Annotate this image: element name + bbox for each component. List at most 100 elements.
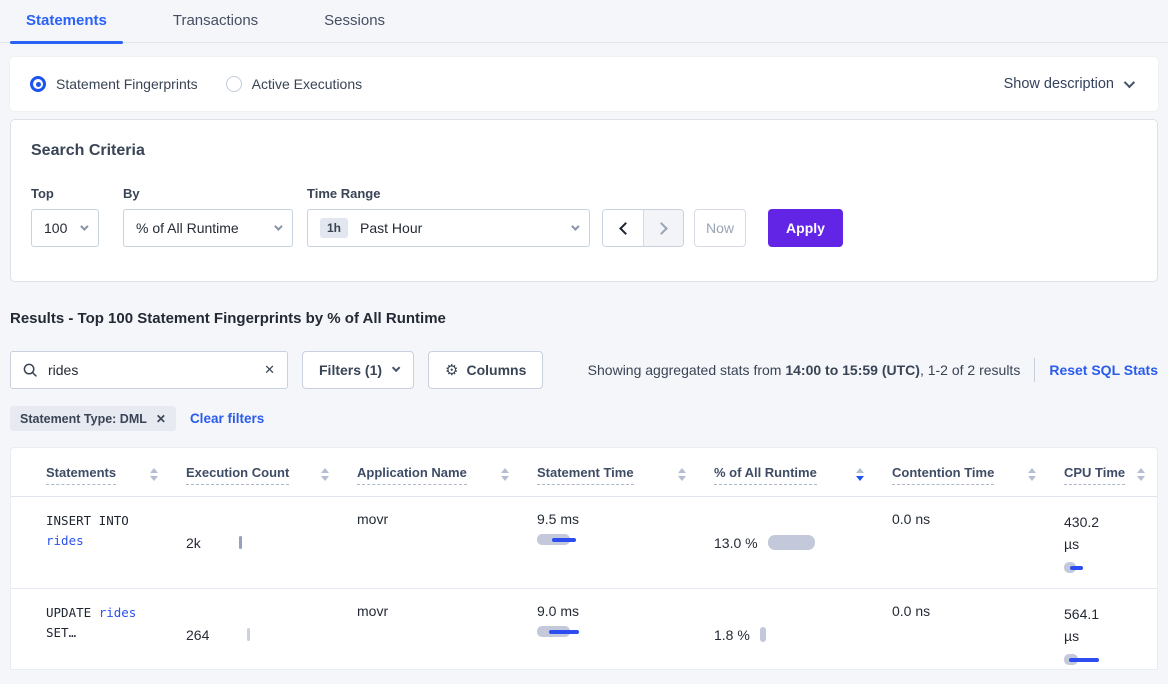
table-row[interactable]: UPDATE rides SET… 264 movr 9.0 ms 1.8 % …: [11, 589, 1157, 670]
by-label: By: [123, 186, 307, 201]
execution-count-bar: [239, 536, 242, 549]
top-select[interactable]: 100: [31, 209, 99, 247]
pct-runtime-cell: 13.0 %: [714, 497, 892, 588]
time-nav-group: [602, 209, 684, 247]
reset-sql-stats-link[interactable]: Reset SQL Stats: [1049, 362, 1158, 378]
filters-button-label: Filters (1): [319, 362, 382, 378]
by-select[interactable]: % of All Runtime: [123, 209, 293, 247]
search-criteria-card: Search Criteria Top 100 By % of All Runt…: [10, 119, 1158, 282]
tab-statements[interactable]: Statements: [10, 0, 123, 42]
tab-bar: Statements Transactions Sessions: [0, 0, 1168, 43]
chevron-left-icon: [619, 222, 632, 235]
col-header-pct-runtime[interactable]: % of All Runtime: [714, 448, 892, 496]
filters-button[interactable]: Filters (1): [302, 351, 414, 389]
radio-active-executions-label: Active Executions: [252, 76, 363, 92]
sort-icon[interactable]: [1137, 465, 1145, 481]
columns-button[interactable]: ⚙ Columns: [428, 351, 543, 389]
clear-filters-link[interactable]: Clear filters: [190, 411, 264, 426]
chevron-down-icon: [571, 222, 579, 230]
statement-link[interactable]: rides: [99, 605, 137, 620]
next-time-button[interactable]: [643, 210, 683, 246]
tab-sessions[interactable]: Sessions: [308, 0, 401, 42]
filter-chip-label: Statement Type: DML: [20, 412, 147, 426]
statements-table-card: Statements Execution Count Application N…: [10, 447, 1158, 670]
statement-time-cell: 9.5 ms: [537, 497, 714, 588]
time-range-badge: 1h: [320, 218, 348, 238]
divider: [1034, 358, 1035, 382]
cpu-time-bar: [1064, 654, 1137, 666]
radio-selected-icon[interactable]: [30, 76, 46, 92]
by-select-value: % of All Runtime: [136, 220, 239, 236]
statement-link[interactable]: rides: [46, 533, 84, 548]
sort-icon[interactable]: [1028, 465, 1036, 481]
col-header-contention-time[interactable]: Contention Time: [892, 448, 1064, 496]
pct-runtime-cell: 1.8 %: [714, 589, 892, 670]
top-label: Top: [31, 186, 123, 201]
active-filters-row: Statement Type: DML ✕ Clear filters: [10, 406, 1158, 431]
col-header-statement-time[interactable]: Statement Time: [537, 448, 714, 496]
results-controls: ✕ Filters (1) ⚙ Columns Showing aggregat…: [10, 351, 1158, 389]
sort-icon[interactable]: [150, 465, 158, 481]
col-header-cpu-time[interactable]: CPU Time: [1064, 448, 1157, 496]
stats-time-range: 14:00 to 15:59 (UTC): [785, 362, 920, 378]
cpu-time-bar: [1064, 562, 1137, 574]
by-field: By % of All Runtime: [123, 186, 307, 247]
radio-unselected-icon[interactable]: [226, 76, 242, 92]
contention-time-cell: 0.0 ns: [892, 497, 1064, 588]
sort-icon[interactable]: [501, 465, 509, 481]
table-row[interactable]: INSERT INTO rides 2k movr 9.5 ms 13.0 % …: [11, 497, 1157, 589]
sort-icon[interactable]: [321, 465, 329, 481]
application-name-cell: movr: [357, 589, 537, 670]
cpu-time-cell: 564.1 µs: [1064, 589, 1157, 670]
search-criteria-title: Search Criteria: [31, 142, 1139, 160]
radio-active-executions[interactable]: Active Executions: [226, 76, 363, 92]
sort-icon[interactable]: [678, 465, 686, 481]
statement-time-cell: 9.0 ms: [537, 589, 714, 670]
execution-count-bar: [247, 628, 250, 641]
contention-time-cell: 0.0 ns: [892, 589, 1064, 670]
columns-button-label: Columns: [466, 362, 526, 378]
gear-icon: ⚙: [445, 361, 458, 379]
chevron-right-icon: [655, 222, 668, 235]
search-icon: [23, 363, 38, 378]
remove-filter-icon[interactable]: ✕: [156, 412, 166, 426]
time-range-select[interactable]: 1h Past Hour: [307, 209, 590, 247]
radio-statement-fingerprints[interactable]: Statement Fingerprints: [30, 76, 198, 92]
top-select-value: 100: [44, 220, 67, 236]
pct-runtime-bar: [768, 535, 815, 550]
time-range-field: Time Range 1h Past Hour: [307, 186, 602, 247]
execution-count-cell: 2k: [186, 497, 357, 588]
statement-cell: INSERT INTO rides: [46, 497, 186, 588]
results-search-input[interactable]: [48, 362, 264, 378]
time-range-value: Past Hour: [360, 220, 422, 236]
filter-chip-statement-type[interactable]: Statement Type: DML ✕: [10, 406, 176, 431]
col-header-application-name[interactable]: Application Name: [357, 448, 537, 496]
aggregated-stats-text: Showing aggregated stats from 14:00 to 1…: [588, 362, 1021, 378]
time-range-label: Time Range: [307, 186, 602, 201]
cpu-time-cell: 430.2 µs: [1064, 497, 1157, 588]
view-toggle-bar: Statement Fingerprints Active Executions…: [10, 57, 1158, 111]
apply-button[interactable]: Apply: [768, 209, 843, 247]
radio-statement-fingerprints-label: Statement Fingerprints: [56, 76, 198, 92]
prev-time-button[interactable]: [603, 210, 643, 246]
chevron-down-icon: [80, 222, 88, 230]
now-button[interactable]: Now: [694, 209, 746, 247]
results-search-box: ✕: [10, 351, 288, 389]
statement-cell: UPDATE rides SET…: [46, 589, 186, 670]
col-header-execution-count[interactable]: Execution Count: [186, 448, 357, 496]
clear-search-icon[interactable]: ✕: [264, 362, 275, 378]
show-description-toggle[interactable]: Show description: [1004, 76, 1132, 92]
chevron-down-icon: [392, 364, 400, 372]
sort-icon-active-desc[interactable]: [856, 465, 864, 481]
pct-runtime-bar: [760, 627, 766, 642]
col-header-statements[interactable]: Statements: [46, 448, 186, 496]
statement-time-bar: [537, 534, 694, 546]
statement-time-bar: [537, 626, 694, 638]
table-header-row: Statements Execution Count Application N…: [11, 448, 1157, 497]
show-description-label: Show description: [1004, 76, 1114, 92]
top-field: Top 100: [31, 186, 123, 247]
chevron-down-icon: [1124, 77, 1135, 88]
tab-transactions[interactable]: Transactions: [157, 0, 274, 42]
results-heading: Results - Top 100 Statement Fingerprints…: [10, 310, 1158, 327]
chevron-down-icon: [274, 222, 282, 230]
